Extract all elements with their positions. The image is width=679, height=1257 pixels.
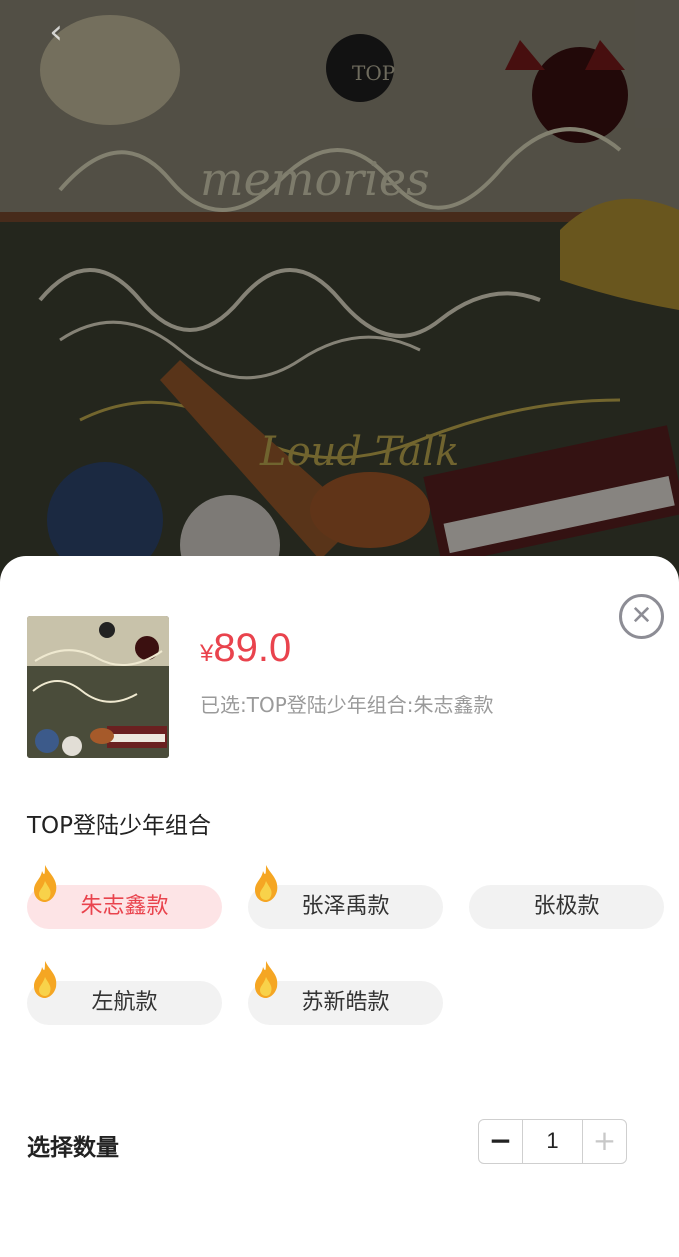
- fire-icon: [255, 865, 278, 902]
- option-zhang-ji[interactable]: 张极款: [469, 885, 664, 929]
- option-label: 苏新皓款: [301, 990, 390, 1015]
- thumbnail-artwork: [27, 616, 169, 758]
- price-currency: ¥: [200, 640, 214, 667]
- sku-selector-sheet: ¥89.0 已选:TOP登陆少年组合:朱志鑫款 ✕ TOP登陆少年组合 朱志鑫款…: [0, 556, 679, 1257]
- option-label: 朱志鑫款: [80, 894, 169, 919]
- increase-button[interactable]: +: [582, 1120, 626, 1163]
- option-label: 张泽禹款: [301, 894, 390, 919]
- close-button[interactable]: ✕: [619, 594, 664, 639]
- option-group-title: TOP登陆少年组合: [27, 813, 212, 839]
- fire-icon: [255, 961, 278, 998]
- overlay-scrim[interactable]: [0, 0, 679, 600]
- decrease-button[interactable]: −: [479, 1120, 523, 1163]
- quantity-value[interactable]: 1: [523, 1120, 582, 1163]
- fire-icon: [34, 865, 57, 902]
- back-button[interactable]: ‹: [36, 14, 76, 54]
- selected-variant-text: 已选:TOP登陆少年组合:朱志鑫款: [200, 693, 494, 717]
- option-label: 张极款: [533, 894, 600, 919]
- quantity-label: 选择数量: [27, 1135, 119, 1161]
- price: ¥89.0: [200, 626, 291, 671]
- quantity-stepper: − 1 +: [478, 1119, 627, 1164]
- close-icon: ✕: [630, 601, 653, 631]
- fire-icon: [34, 961, 57, 998]
- product-cover-background: TOP memories Loud Talk: [0, 0, 679, 600]
- price-value: 89.0: [213, 626, 292, 670]
- product-thumbnail: [27, 616, 169, 758]
- option-label: 左航款: [91, 990, 158, 1015]
